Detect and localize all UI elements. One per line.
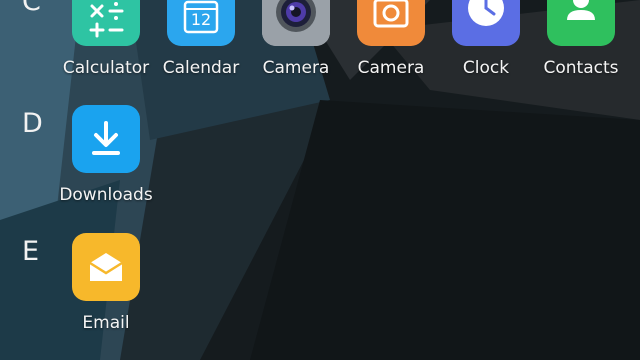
app-label: Camera <box>357 58 425 78</box>
calendar-icon: 12 <box>167 0 235 46</box>
app-camera-lens[interactable]: Camera <box>246 0 346 78</box>
calendar-date: 12 <box>190 10 212 29</box>
clock-icon <box>452 0 520 46</box>
app-label: Calendar <box>162 58 240 78</box>
calculator-icon <box>72 0 140 46</box>
app-label: Calculator <box>62 58 150 78</box>
app-label: Camera <box>262 58 330 78</box>
app-label: Contacts <box>543 58 619 78</box>
download-icon <box>72 105 140 173</box>
camera-icon <box>357 0 425 46</box>
app-label: Email <box>82 313 130 333</box>
app-email[interactable]: Email <box>56 233 156 333</box>
app-camera[interactable]: Camera <box>341 0 441 78</box>
app-label: Downloads <box>59 185 153 205</box>
app-label: Clock <box>462 58 510 78</box>
section-letter-c: C <box>22 0 41 17</box>
app-calendar[interactable]: 12 Calendar <box>151 0 251 78</box>
contacts-icon <box>547 0 615 46</box>
section-letter-e: E <box>22 236 40 267</box>
app-contacts[interactable]: Contacts <box>531 0 631 78</box>
email-icon <box>72 233 140 301</box>
app-clock[interactable]: Clock <box>436 0 536 78</box>
app-calculator[interactable]: Calculator <box>56 0 156 78</box>
camera-lens-icon <box>262 0 330 46</box>
app-downloads[interactable]: Downloads <box>56 105 156 205</box>
section-letter-d: D <box>22 108 43 139</box>
